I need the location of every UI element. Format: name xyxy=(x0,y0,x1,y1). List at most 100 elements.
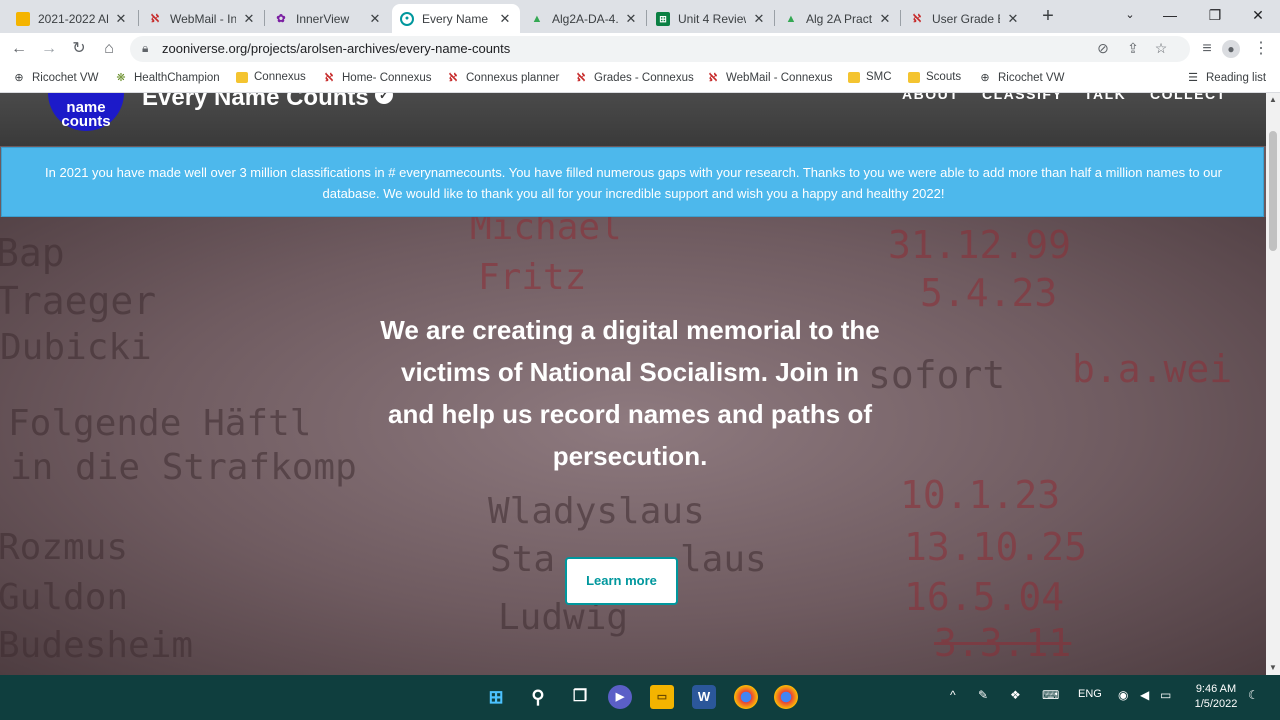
project-title[interactable]: Every Name Counts xyxy=(142,93,369,112)
bookmark-label: Ricochet VW xyxy=(998,72,1065,84)
hero-section: Bap Traeger Dubicki Folgende Häftl in di… xyxy=(0,217,1266,675)
reading-mode-icon[interactable]: ≡ xyxy=(1196,38,1218,60)
tab-title: InnerView xyxy=(296,11,350,26)
bookmark-label: Scouts xyxy=(926,71,962,83)
task-view-icon[interactable]: ❐ xyxy=(568,685,592,709)
keyboard-icon[interactable]: ⌨ xyxy=(1042,688,1059,702)
tab-user-grade-book[interactable]: ℵ User Grade B ✕ xyxy=(902,4,1028,33)
wifi-icon[interactable]: ◉ xyxy=(1118,688,1128,702)
new-tab-button[interactable]: + xyxy=(1036,5,1060,29)
close-icon[interactable]: ✕ xyxy=(752,11,766,27)
tab-title: Every Name C xyxy=(422,11,492,26)
bookmark-grades-connexus[interactable]: ℵ Grades - Connexus xyxy=(574,71,694,85)
star-icon[interactable]: ☆ xyxy=(1152,40,1170,57)
tab-alg2a-da[interactable]: ▲ Alg2A-DA-4.4 ✕ xyxy=(522,4,646,33)
background-word: laus xyxy=(680,539,767,580)
sheets-icon: ⊞ xyxy=(656,11,670,26)
profile-avatar[interactable]: ● xyxy=(1220,38,1242,60)
teams-chat-icon[interactable]: ▶ xyxy=(608,685,632,709)
background-word: Michael xyxy=(470,217,622,248)
close-icon[interactable]: ✕ xyxy=(368,11,382,27)
forward-button[interactable]: → xyxy=(38,38,60,60)
bookmark-folder-connexus[interactable]: Connexus xyxy=(236,71,306,83)
connexus-icon: ℵ xyxy=(708,72,718,84)
close-icon[interactable]: ✕ xyxy=(498,11,512,27)
close-icon[interactable]: ✕ xyxy=(114,11,128,27)
background-word: Bap xyxy=(0,231,65,275)
reading-list-button[interactable]: ☰ Reading list xyxy=(1186,71,1266,85)
close-icon[interactable]: ✕ xyxy=(878,11,892,27)
address-bar[interactable]: 🔒︎ zooniverse.org/projects/arolsen-archi… xyxy=(130,36,1190,62)
tab-2021-2022[interactable]: 2021-2022 Al ✕ xyxy=(8,4,136,33)
eye-slash-icon[interactable]: ⊘ xyxy=(1094,40,1112,57)
background-word: Traeger xyxy=(0,279,157,323)
folder-icon xyxy=(848,71,860,83)
tab-search-button[interactable]: ⌄ xyxy=(1110,3,1150,27)
battery-icon[interactable]: ▭ xyxy=(1160,688,1171,702)
tab-title: User Grade B xyxy=(932,11,1000,26)
background-word: Folgende Häftl xyxy=(8,403,312,444)
bookmark-folder-scouts[interactable]: Scouts xyxy=(908,71,961,83)
scroll-up-arrow-icon[interactable]: ▲ xyxy=(1266,93,1280,107)
pen-menu-icon[interactable]: ✎ xyxy=(978,688,988,702)
close-icon[interactable]: ✕ xyxy=(1006,11,1020,27)
close-window-button[interactable]: ✕ xyxy=(1238,3,1278,27)
tab-every-name-counts[interactable]: ● Every Name C ✕ xyxy=(392,4,520,33)
url-text: zooniverse.org/projects/arolsen-archives… xyxy=(162,41,511,56)
tab-innerview[interactable]: ✿ InnerView ✕ xyxy=(266,4,390,33)
background-word: Rozmus xyxy=(0,527,129,568)
home-button[interactable]: ⌂ xyxy=(98,38,120,60)
bookmark-home-connexus[interactable]: ℵ Home- Connexus xyxy=(322,71,432,85)
bookmark-webmail-connexus[interactable]: ℵ WebMail - Connexus xyxy=(706,71,833,85)
scroll-down-arrow-icon[interactable]: ▼ xyxy=(1266,661,1280,675)
language-indicator[interactable]: ENG xyxy=(1078,688,1102,700)
start-windows-icon[interactable]: ⊞ xyxy=(484,685,508,709)
bookmark-ricochet-vw-2[interactable]: ⊕ Ricochet VW xyxy=(978,71,1064,85)
logo-text-line: counts xyxy=(61,113,111,130)
chrome-icon[interactable] xyxy=(774,685,798,709)
reading-list-icon: ☰ xyxy=(1188,72,1198,84)
search-icon[interactable]: ⚲ xyxy=(526,685,550,709)
close-icon[interactable]: ✕ xyxy=(624,11,638,27)
bookmark-label: WebMail - Connexus xyxy=(726,72,833,84)
volume-icon[interactable]: ◀ xyxy=(1140,688,1149,702)
project-logo[interactable]: name counts xyxy=(48,93,124,131)
nav-collect[interactable]: COLLECT xyxy=(1150,93,1227,102)
logo-text: name counts xyxy=(48,100,124,130)
learn-more-button[interactable]: Learn more xyxy=(565,557,678,605)
minimize-button[interactable]: — xyxy=(1150,3,1190,27)
bookmark-label: SMC xyxy=(866,71,892,83)
back-button[interactable]: ← xyxy=(8,38,30,60)
share-icon[interactable]: ⇪ xyxy=(1124,40,1142,57)
file-explorer-icon[interactable]: ▭ xyxy=(650,685,674,709)
folder-icon xyxy=(16,11,30,26)
nav-talk[interactable]: TALK xyxy=(1084,93,1126,102)
word-icon[interactable]: W xyxy=(692,685,716,709)
restore-button[interactable]: ❐ xyxy=(1195,3,1235,27)
scrollbar-thumb[interactable] xyxy=(1269,131,1277,251)
bookmark-ricochet-vw[interactable]: ⊕ Ricochet VW xyxy=(12,71,98,85)
tab-alg2a-practice[interactable]: ▲ Alg 2A Practic ✕ xyxy=(776,4,900,33)
tab-webmail[interactable]: ℵ WebMail - Inl ✕ xyxy=(140,4,264,33)
page-scrollbar[interactable]: ▲ ▼ xyxy=(1266,93,1280,675)
chrome-profile-icon[interactable] xyxy=(734,685,758,709)
system-clock[interactable]: 9:46 AM 1/5/2022 xyxy=(1192,682,1240,712)
background-word: 3.3.11 xyxy=(934,621,1072,665)
bookmark-folder-smc[interactable]: SMC xyxy=(848,71,892,83)
close-icon[interactable]: ✕ xyxy=(242,11,256,27)
background-word: Fritz xyxy=(478,257,587,298)
bookmark-connexus-planner[interactable]: ℵ Connexus planner xyxy=(446,71,559,85)
background-word: b.a.wei xyxy=(1072,347,1233,391)
notifications-icon[interactable]: ☾ xyxy=(1248,688,1259,702)
menu-kebab-icon[interactable]: ⋮ xyxy=(1250,38,1272,60)
connexus-icon: ℵ xyxy=(912,12,922,25)
bookmark-healthchampion[interactable]: ❋ HealthChampion xyxy=(114,71,219,85)
browser-toolbar: ← → ↻ ⌂ 🔒︎ zooniverse.org/projects/arols… xyxy=(0,33,1280,65)
dropbox-icon[interactable]: ❖ xyxy=(1010,688,1021,702)
show-hidden-icons-chevron-icon[interactable]: ^ xyxy=(950,688,956,702)
nav-about[interactable]: ABOUT xyxy=(902,93,959,102)
bookmark-label: Grades - Connexus xyxy=(594,72,694,84)
nav-classify[interactable]: CLASSIFY xyxy=(982,93,1063,102)
tab-unit4-review[interactable]: ⊞ Unit 4 Review ✕ xyxy=(648,4,774,33)
reload-button[interactable]: ↻ xyxy=(68,38,90,60)
